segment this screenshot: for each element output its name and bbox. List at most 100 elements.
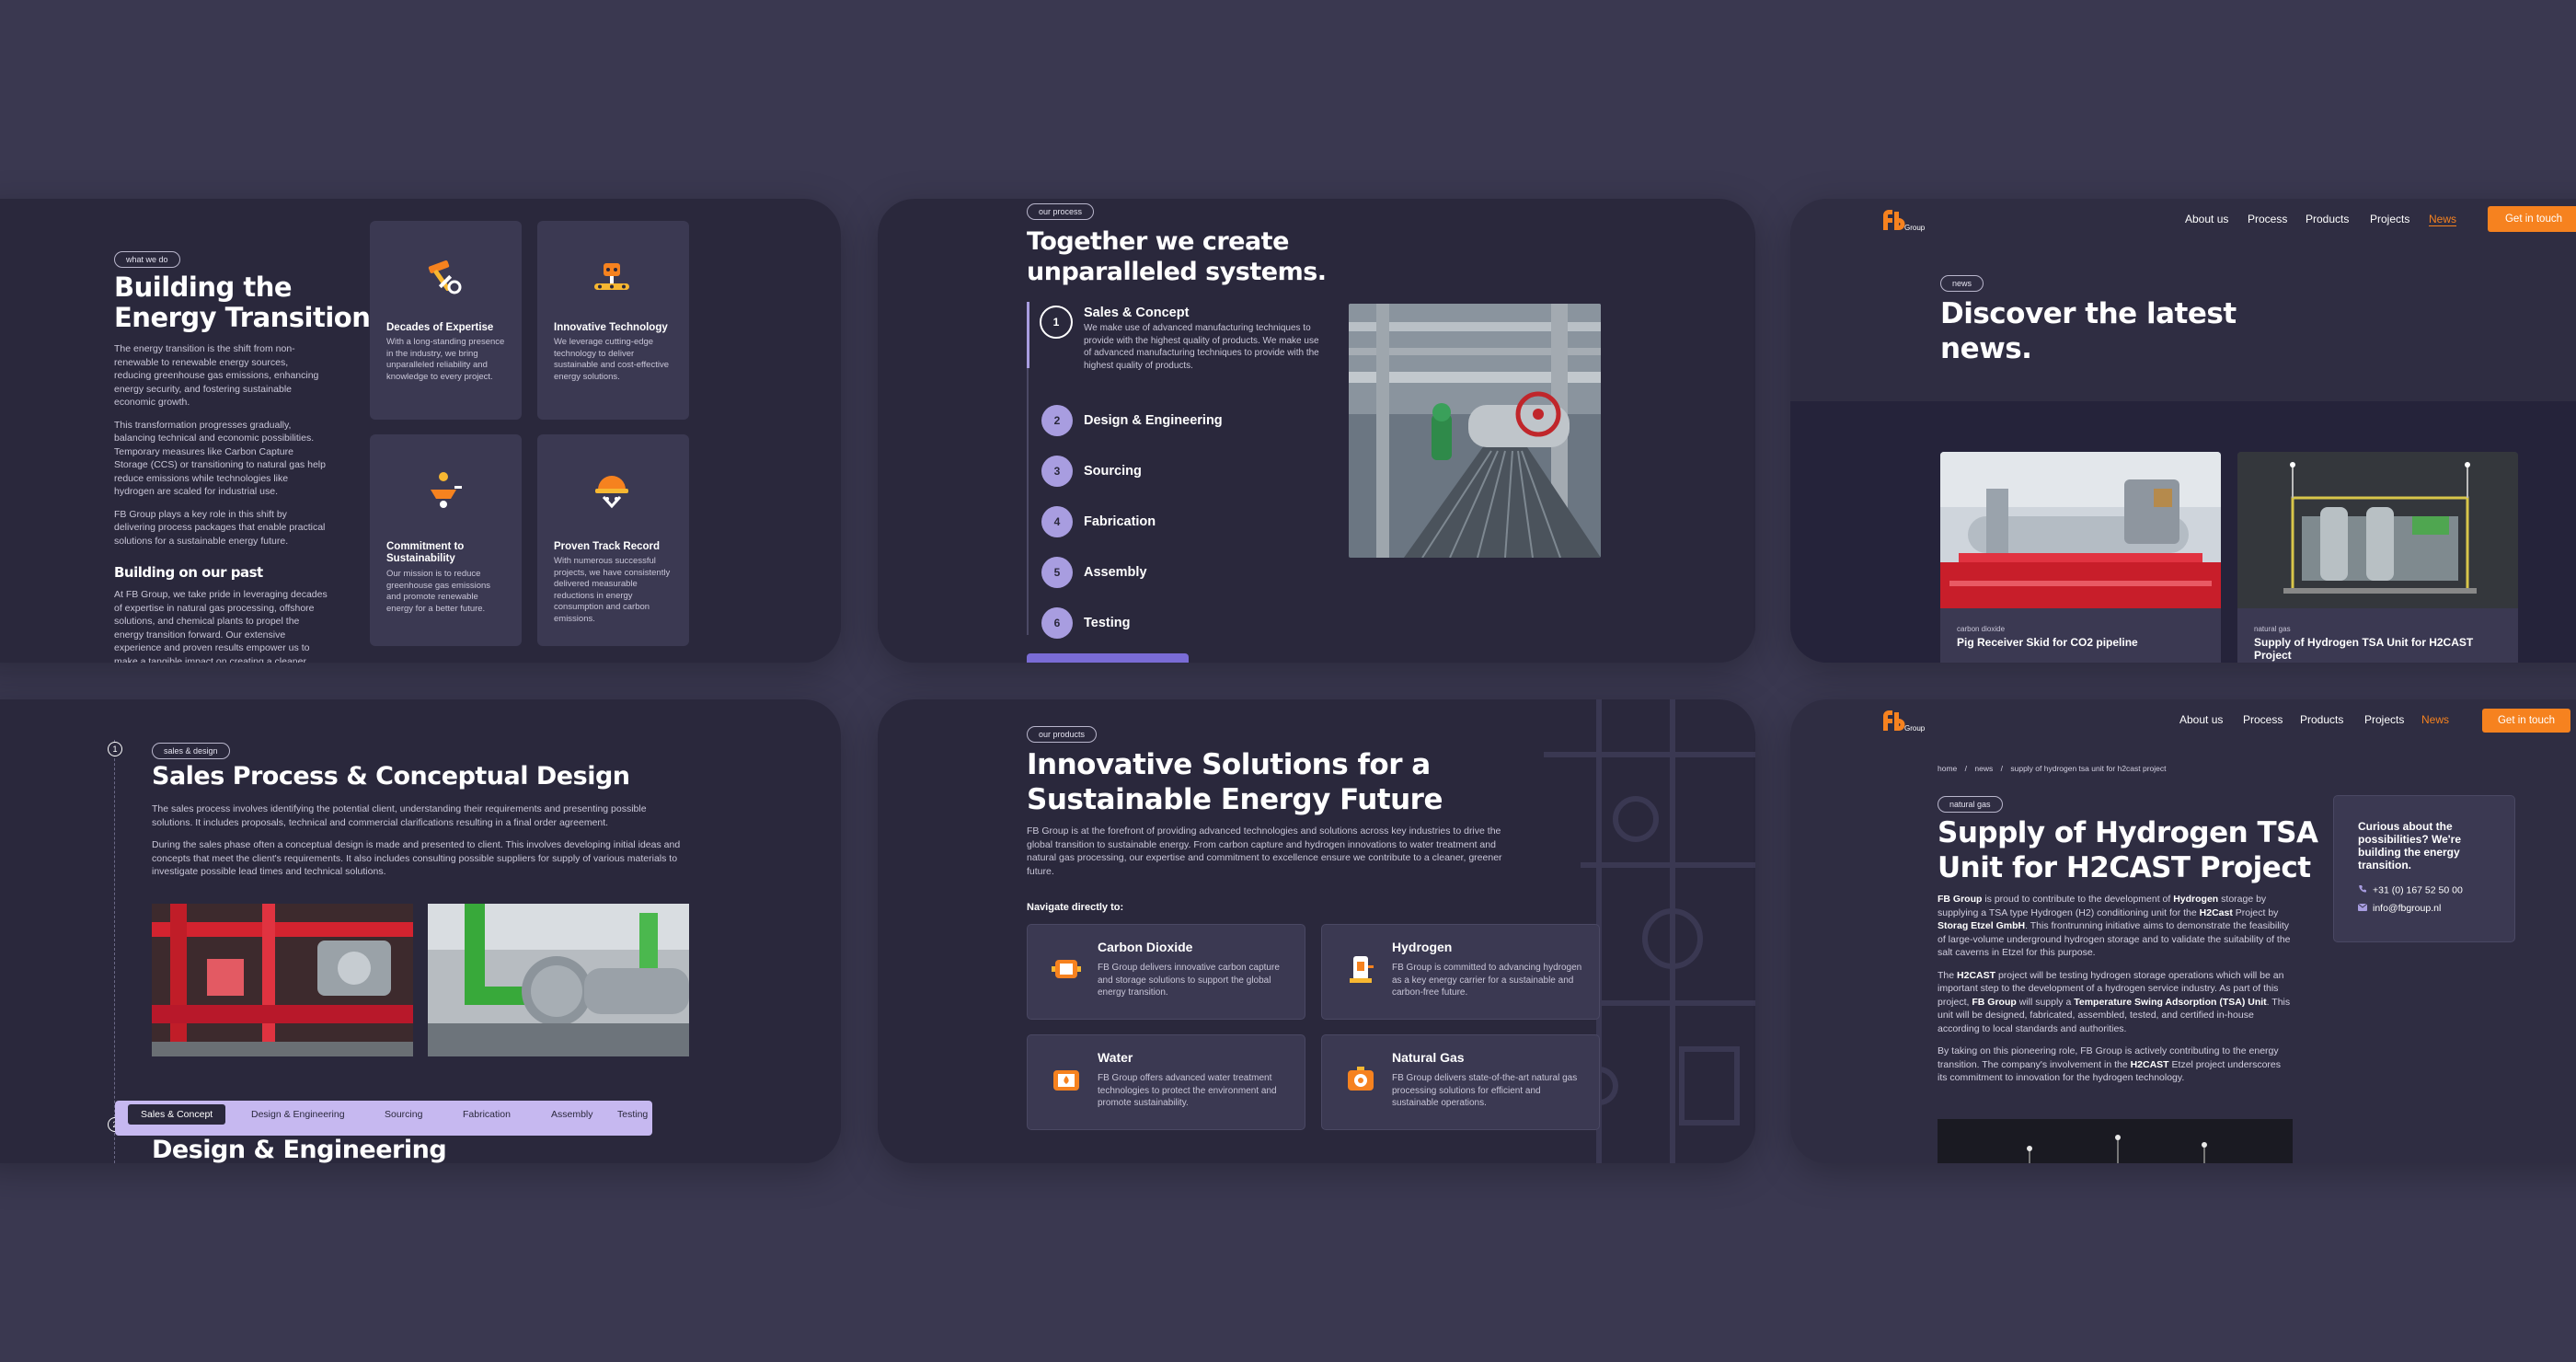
breadcrumb-current: supply of hydrogen tsa unit for h2cast p… (2010, 764, 2167, 773)
solution-description: FB Group delivers innovative carbon capt… (1098, 963, 1280, 998)
news-card[interactable]: natural gas Supply of Hydrogen TSA Unit … (2237, 452, 2518, 663)
feature-tile: Decades of Expertise With a long-standin… (370, 221, 522, 420)
sales-photo-red (152, 904, 413, 1056)
breadcrumb-home[interactable]: home (1938, 764, 1957, 773)
tab-testing[interactable]: Testing (617, 1109, 648, 1120)
solution-card-natural-gas[interactable]: Natural Gas FB Group delivers state-of-t… (1321, 1034, 1600, 1130)
article-paragraph: FB Group is proud to contribute to the d… (1938, 894, 2291, 958)
news-card-title: Supply of Hydrogen TSA Unit for H2CAST P… (2254, 636, 2474, 662)
news-card[interactable]: carbon dioxide Pig Receiver Skid for CO2… (1940, 452, 2221, 663)
tab-fabrication[interactable]: Fabrication (463, 1109, 511, 1120)
article-paragraph: By taking on this pioneering role, FB Gr… (1938, 1045, 2282, 1083)
solution-card-water[interactable]: Water FB Group offers advanced water tre… (1027, 1034, 1305, 1130)
step-item-fabrication[interactable]: 4 Fabrication (1027, 506, 1303, 543)
contact-title: Curious about the possibilities? We're b… (2358, 820, 2461, 871)
sales-process-card: 1 2 sales & design Sales Process & Conce… (0, 699, 841, 1163)
article-title: Supply of Hydrogen TSA Unit for H2CAST P… (1938, 815, 2318, 885)
contact-email[interactable]: info@fbgroup.nl (2357, 903, 2441, 914)
step-label: Fabrication (1084, 514, 1156, 529)
breadcrumb-separator: / (1964, 764, 1968, 773)
step-label: Sourcing (1084, 464, 1142, 479)
feature-description: With a long-standing presence in the ind… (386, 337, 505, 382)
about-title-line1: Building the (114, 271, 293, 303)
article-body: FB Group is proud to contribute to the d… (1938, 893, 2291, 1085)
tab-sourcing[interactable]: Sourcing (385, 1109, 422, 1120)
solution-description: FB Group is committed to advancing hydro… (1392, 963, 1582, 998)
logo-text: Group (1904, 224, 1926, 232)
products-title-line2: Sustainable Energy Future (1027, 783, 1443, 816)
products-title: Innovative Solutions for a Sustainable E… (1027, 747, 1443, 817)
next-section-title: Design & Engineering (152, 1136, 447, 1163)
process-title-line1: Together we create (1027, 227, 1289, 256)
step-number: 6 (1041, 607, 1073, 639)
solution-card-hydrogen[interactable]: Hydrogen FB Group is committed to advanc… (1321, 924, 1600, 1020)
process-cta-button[interactable] (1027, 653, 1189, 663)
step-item-assembly[interactable]: 5 Assembly (1027, 557, 1303, 594)
feature-tile: Innovative Technology We leverage cuttin… (537, 221, 689, 420)
step-number: 1 (1040, 306, 1073, 339)
logo-text: Group (1904, 724, 1926, 733)
news-title-line2: news. (1940, 332, 2032, 365)
nav-link-projects[interactable]: Projects (2364, 713, 2404, 726)
step-item-sales-concept[interactable]: 1 Sales & Concept We make use of advance… (1027, 306, 1330, 379)
nav-link-about[interactable]: About us (2179, 713, 2223, 726)
nav-link-news[interactable]: News (2429, 213, 2457, 226)
feature-tile: Proven Track Record With numerous succes… (537, 434, 689, 646)
news-card-image (2237, 452, 2518, 608)
phone-icon (2358, 884, 2367, 896)
nav-link-projects[interactable]: Projects (2370, 213, 2409, 225)
sales-body: The sales process involves identifying t… (152, 802, 685, 879)
step-number: 4 (1041, 506, 1073, 537)
sales-photo-green (428, 904, 689, 1056)
hard-hat-worker-icon (591, 469, 633, 512)
breadcrumb: home / news / supply of hydrogen tsa uni… (1938, 764, 2167, 773)
nav-link-about[interactable]: About us (2185, 213, 2228, 225)
step-item-sourcing[interactable]: 3 Sourcing (1027, 456, 1303, 492)
step-number: 2 (1041, 405, 1073, 436)
timeline-step-marker: 1 (108, 742, 122, 756)
nav-link-products[interactable]: Products (2300, 713, 2343, 726)
fb-group-logo[interactable]: Group (1880, 709, 1936, 736)
process-tabs: Sales & Concept Design & Engineering Sou… (115, 1101, 652, 1136)
nav-link-process[interactable]: Process (2243, 713, 2283, 726)
timeline-line (114, 740, 115, 1163)
process-title: Together we create unparalleled systems. (1027, 226, 1327, 287)
feature-title: Proven Track Record (554, 541, 661, 552)
products-title-line1: Innovative Solutions for a (1027, 748, 1431, 781)
nav-link-process[interactable]: Process (2248, 213, 2287, 225)
tab-sales-concept[interactable]: Sales & Concept (128, 1104, 226, 1125)
step-label: Design & Engineering (1084, 413, 1223, 428)
breadcrumb-news[interactable]: news (1974, 764, 1993, 773)
process-section-card: our process Together we create unparalle… (878, 199, 1755, 663)
process-photo (1349, 304, 1601, 558)
article-title-line1: Supply of Hydrogen TSA (1938, 816, 2318, 849)
phone-number: +31 (0) 167 52 50 00 (2373, 884, 2463, 896)
products-intro: FB Group is at the forefront of providin… (1027, 825, 1502, 877)
nav-link-products[interactable]: Products (2306, 213, 2349, 225)
get-in-touch-button[interactable]: Get in touch (2482, 709, 2570, 733)
contact-phone[interactable]: +31 (0) 167 52 50 00 (2358, 884, 2463, 896)
contact-box: Curious about the possibilities? We're b… (2333, 795, 2515, 942)
solution-description: FB Group offers advanced water treatment… (1098, 1073, 1277, 1108)
mail-icon (2357, 903, 2368, 914)
step-item-design-engineering[interactable]: 2 Design & Engineering (1027, 405, 1303, 442)
solution-card-carbon-dioxide[interactable]: Carbon Dioxide FB Group delivers innovat… (1027, 924, 1305, 1020)
article-section-card: Group About us Process Products Projects… (1790, 699, 2576, 1163)
solution-description: FB Group delivers state-of-the-art natur… (1392, 1073, 1578, 1108)
solution-title: Hydrogen (1392, 940, 1453, 954)
products-section-card: our products Innovative Solutions for a … (878, 699, 1755, 1163)
nav-link-news[interactable]: News (2421, 713, 2449, 726)
step-item-testing[interactable]: 6 Testing (1027, 607, 1303, 644)
news-card-image (1940, 452, 2221, 608)
conveyor-robot-icon (591, 256, 633, 298)
section-tag: natural gas (1938, 796, 2003, 813)
about-section-card: what we do Building the Energy Transitio… (0, 199, 841, 663)
breadcrumb-separator: / (2000, 764, 2003, 773)
step-number: 3 (1041, 456, 1073, 487)
fb-group-logo[interactable]: Group (1880, 208, 1936, 236)
get-in-touch-button[interactable]: Get in touch (2488, 206, 2576, 232)
feature-title: Decades of Expertise (386, 322, 494, 333)
tab-design-engineering[interactable]: Design & Engineering (251, 1109, 345, 1120)
sales-paragraph: The sales process involves identifying t… (152, 803, 647, 828)
tab-assembly[interactable]: Assembly (551, 1109, 593, 1120)
